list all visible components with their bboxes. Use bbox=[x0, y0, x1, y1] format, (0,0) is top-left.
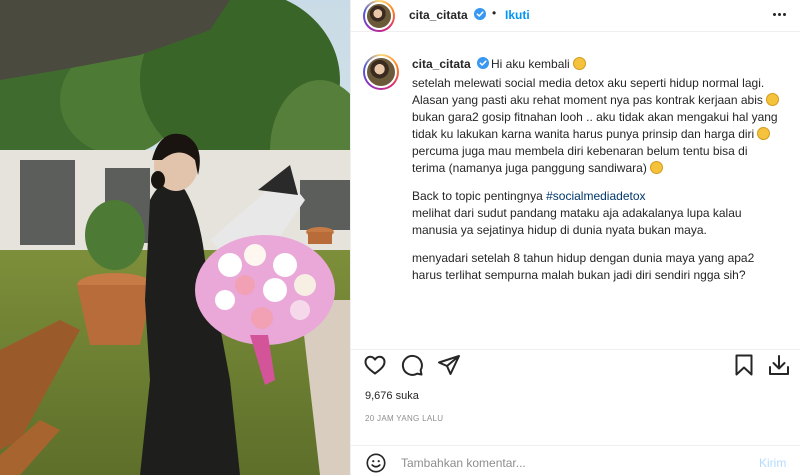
hashtag-link[interactable]: #socialmediadetox bbox=[546, 189, 645, 203]
comment-box: Kirim bbox=[351, 445, 800, 475]
separator-dot: • bbox=[492, 6, 497, 20]
caption-line: setelah melewati social media detox aku … bbox=[412, 76, 765, 90]
bookmark-icon[interactable] bbox=[732, 353, 756, 377]
caption-avatar[interactable] bbox=[363, 54, 399, 90]
caption-line-text: Back to topic pentingnya bbox=[412, 189, 543, 203]
emoji-icon bbox=[572, 57, 586, 70]
download-icon[interactable] bbox=[767, 353, 791, 377]
emoji-icon bbox=[649, 161, 663, 174]
caption-username[interactable]: cita_citata bbox=[412, 57, 471, 71]
verified-badge-icon bbox=[477, 57, 489, 69]
action-bar bbox=[351, 349, 800, 379]
caption-line-text: bukan gara2 gosip fitnahan looh .. aku t… bbox=[412, 110, 778, 141]
verified-badge-icon bbox=[474, 8, 486, 20]
greeting-text: Hi aku kembali bbox=[491, 57, 570, 71]
comment-input[interactable] bbox=[401, 454, 731, 472]
follow-button[interactable]: Ikuti bbox=[505, 8, 530, 22]
post-comment-button[interactable]: Kirim bbox=[759, 456, 786, 470]
post-header: cita_citata • Ikuti bbox=[351, 0, 800, 32]
likes-count[interactable]: 9,676 suka bbox=[365, 390, 419, 402]
post-panel: cita_citata • Ikuti cita_citata Hi aku k… bbox=[350, 0, 800, 475]
username[interactable]: cita_citata bbox=[409, 8, 468, 22]
post-image bbox=[0, 0, 350, 475]
caption-line: menyadari setelah 8 tahun hidup dengan d… bbox=[412, 251, 755, 282]
emoji-icon bbox=[757, 127, 771, 140]
caption-line: Alasan yang pasti aku rehat moment nya p… bbox=[412, 92, 782, 109]
heart-icon[interactable] bbox=[363, 353, 387, 377]
caption-greeting: Hi aku kembali bbox=[491, 57, 586, 71]
post-photo bbox=[0, 0, 350, 475]
post-timestamp[interactable]: 20 JAM YANG LALU bbox=[365, 414, 443, 423]
comment-icon[interactable] bbox=[400, 353, 424, 377]
send-icon[interactable] bbox=[437, 353, 461, 377]
caption-body: setelah melewati social media detox aku … bbox=[412, 75, 782, 284]
caption-line-text: Alasan yang pasti aku rehat moment nya p… bbox=[412, 93, 763, 107]
more-options-icon[interactable] bbox=[767, 4, 791, 24]
caption-line: Back to topic pentingnya #socialmediadet… bbox=[412, 188, 782, 205]
smiley-icon[interactable] bbox=[365, 452, 387, 474]
caption-line: melihat dari sudut pandang mataku aja ad… bbox=[412, 206, 742, 237]
caption-line: bukan gara2 gosip fitnahan looh .. aku t… bbox=[412, 109, 782, 177]
avatar[interactable] bbox=[363, 0, 395, 32]
emoji-icon bbox=[765, 93, 779, 106]
caption-line-text: percuma juga mau membela diri kebenaran … bbox=[412, 144, 748, 175]
